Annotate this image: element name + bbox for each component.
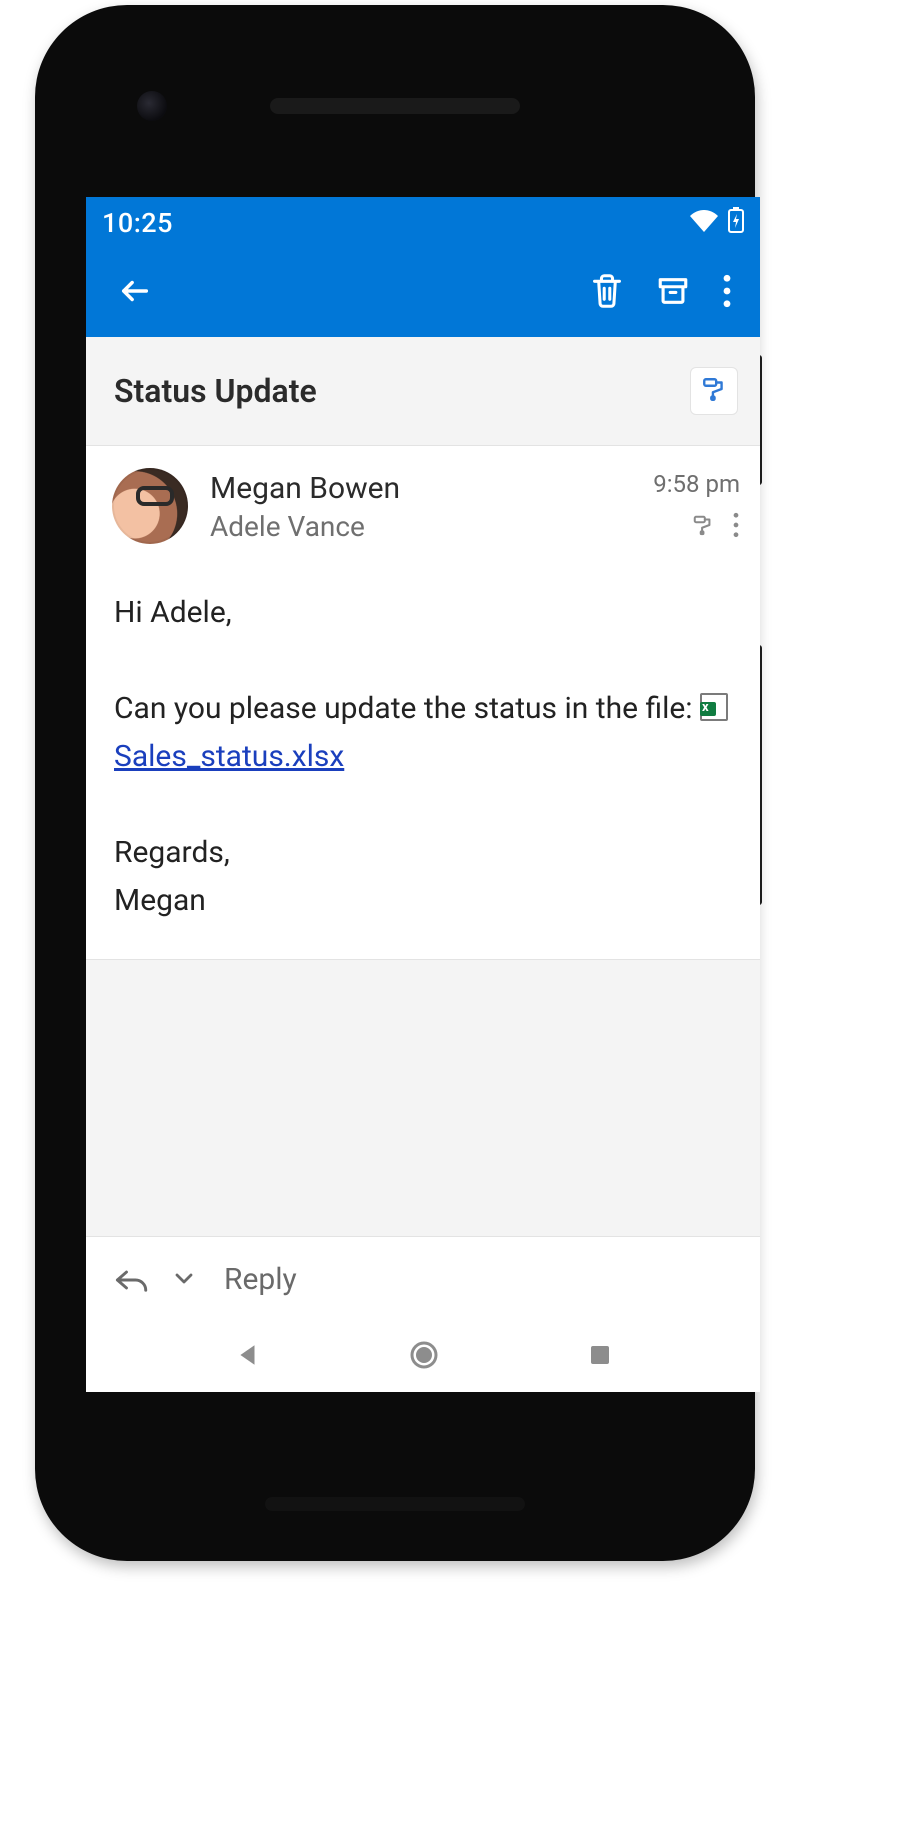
subject-bar: Status Update xyxy=(86,337,760,446)
recipient-name[interactable]: Adele Vance xyxy=(210,508,653,546)
square-icon xyxy=(588,1343,612,1371)
sender-name[interactable]: Megan Bowen xyxy=(210,470,653,508)
screen: 10:25 xyxy=(86,197,760,1392)
chevron-down-icon xyxy=(174,1270,194,1289)
archive-icon xyxy=(656,274,690,312)
phone-speaker xyxy=(265,1497,525,1511)
back-button[interactable] xyxy=(108,264,162,322)
message-time: 9:58 pm xyxy=(653,470,740,498)
battery-icon xyxy=(728,207,744,240)
body-signature: Megan xyxy=(114,877,732,925)
android-nav-bar xyxy=(86,1322,760,1392)
reply-label: Reply xyxy=(220,1262,297,1297)
reply-icon xyxy=(114,1267,148,1293)
overflow-button[interactable] xyxy=(706,264,748,322)
body-greeting: Hi Adele, xyxy=(114,589,732,637)
addin-small-button[interactable] xyxy=(692,514,714,540)
status-bar: 10:25 xyxy=(86,197,760,249)
action-bar xyxy=(86,249,760,337)
more-vertical-icon xyxy=(732,523,740,542)
delete-button[interactable] xyxy=(574,263,640,323)
triangle-left-icon xyxy=(235,1342,261,1372)
wifi-icon xyxy=(690,207,718,239)
message-body: Hi Adele, Can you please update the stat… xyxy=(86,561,760,960)
archive-button[interactable] xyxy=(640,264,706,322)
phone-camera xyxy=(137,91,167,121)
status-time: 10:25 xyxy=(102,207,173,239)
avatar[interactable] xyxy=(112,468,188,544)
more-vertical-icon xyxy=(722,274,732,312)
circle-icon xyxy=(409,1340,439,1374)
email-subject: Status Update xyxy=(114,372,690,410)
nav-back[interactable] xyxy=(235,1342,261,1372)
body-signoff: Regards, xyxy=(114,829,732,877)
nav-recents[interactable] xyxy=(588,1343,612,1371)
paint-roller-icon xyxy=(701,376,727,406)
reply-bar[interactable]: Reply xyxy=(86,1236,760,1322)
phone-frame: 10:25 xyxy=(35,5,755,1561)
message-overflow-button[interactable] xyxy=(732,512,740,542)
paint-roller-icon xyxy=(692,521,714,540)
thread-spacer xyxy=(86,960,760,1236)
addin-button[interactable] xyxy=(690,367,738,415)
nav-home[interactable] xyxy=(409,1340,439,1374)
attachment-link[interactable]: Sales_status.xlsx xyxy=(114,739,344,774)
phone-earpiece xyxy=(270,98,520,114)
reply-mode-chevron[interactable] xyxy=(174,1270,194,1289)
excel-icon xyxy=(700,693,728,721)
trash-icon xyxy=(590,273,624,313)
message-header: Megan Bowen Adele Vance 9:58 pm xyxy=(86,446,760,561)
body-line-1: Can you please update the status in the … xyxy=(114,691,700,726)
